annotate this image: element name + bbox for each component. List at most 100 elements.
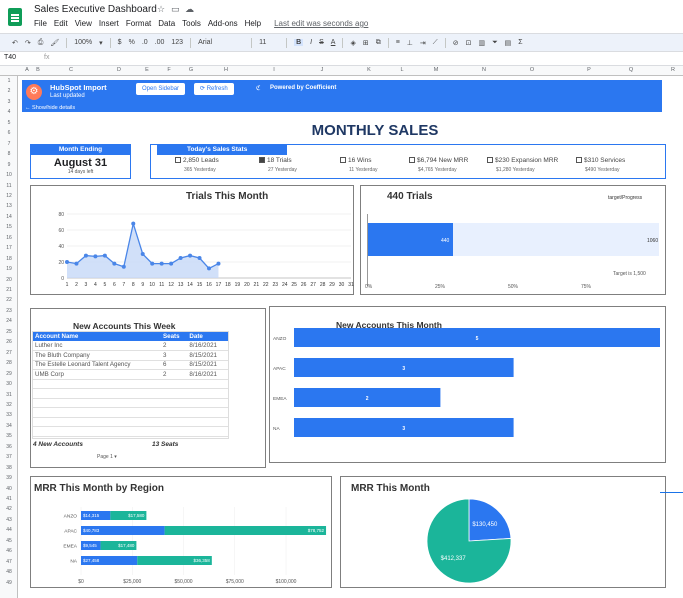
- column-header[interactable]: D: [102, 67, 136, 73]
- menu-addons[interactable]: Add-ons: [208, 19, 238, 28]
- column-header[interactable]: A: [18, 67, 36, 73]
- menu-file[interactable]: File: [34, 19, 47, 28]
- currency-format-button[interactable]: $: [118, 39, 122, 46]
- data-point[interactable]: [121, 264, 126, 269]
- print-icon[interactable]: ⎙: [38, 39, 44, 47]
- trials-gauge-card[interactable]: 440 Trials target/Progress 440 1060 Targ…: [360, 185, 666, 295]
- stat-trials[interactable]: 18 Trials 27 Yesterday: [259, 157, 297, 173]
- zoom-select[interactable]: 100%: [74, 39, 92, 46]
- row-header[interactable]: 26: [0, 339, 18, 345]
- stat-leads[interactable]: 2,850 Leads 365 Yesterday: [175, 157, 219, 173]
- row-header[interactable]: 31: [0, 392, 18, 398]
- row-header[interactable]: 8: [0, 151, 18, 157]
- menu-format[interactable]: Format: [126, 19, 151, 28]
- data-point[interactable]: [65, 260, 69, 264]
- row-header[interactable]: 23: [0, 308, 18, 314]
- mrr-region-card[interactable]: MRR This Month by Region $0 $25,000 $50,00…: [30, 476, 332, 588]
- strikethrough-button[interactable]: S: [319, 39, 324, 46]
- checkbox-icon[interactable]: [340, 157, 346, 163]
- row-header[interactable]: 41: [0, 496, 18, 502]
- data-point[interactable]: [169, 261, 174, 266]
- row-header[interactable]: 29: [0, 371, 18, 377]
- text-color-button[interactable]: A: [331, 39, 336, 46]
- row-header[interactable]: 12: [0, 193, 18, 199]
- row-header[interactable]: 9: [0, 162, 18, 168]
- checkbox-icon[interactable]: [576, 157, 582, 163]
- data-point[interactable]: [188, 253, 193, 258]
- paint-format-icon[interactable]: 🖌: [50, 39, 59, 47]
- column-header[interactable]: E: [136, 67, 158, 73]
- percent-format-button[interactable]: %: [129, 39, 135, 46]
- trials-chart-card[interactable]: Trials This Month 0 20 40 60 80 1 2 3 4 5 6 7 8 9 10 11…: [30, 185, 354, 295]
- menu-tools[interactable]: Tools: [182, 19, 201, 28]
- decrease-decimal-button[interactable]: .0: [142, 39, 148, 46]
- insert-link-icon[interactable]: ⊘: [453, 39, 459, 47]
- checkbox-icon[interactable]: [409, 157, 415, 163]
- column-header[interactable]: K: [346, 67, 392, 73]
- col-seats[interactable]: Seats: [161, 332, 188, 341]
- stat-services[interactable]: $310 Services $490 Yesterday: [576, 157, 625, 173]
- row-header[interactable]: 11: [0, 183, 18, 189]
- column-header[interactable]: P: [556, 67, 622, 73]
- data-point[interactable]: [102, 253, 107, 258]
- row-header[interactable]: 39: [0, 475, 18, 481]
- row-header[interactable]: 42: [0, 506, 18, 512]
- menu-edit[interactable]: Edit: [54, 19, 68, 28]
- row-header[interactable]: 34: [0, 423, 18, 429]
- row-header[interactable]: 48: [0, 569, 18, 575]
- col-date[interactable]: Date: [187, 332, 228, 341]
- new-accounts-month-card[interactable]: New Accounts This Month ANZO 5 APAC 3 EMEA 2 N…: [269, 306, 666, 463]
- sheets-logo-icon[interactable]: [8, 8, 22, 26]
- row-header[interactable]: 40: [0, 486, 18, 492]
- row-header[interactable]: 1: [0, 78, 18, 84]
- row-header[interactable]: 19: [0, 266, 18, 272]
- text-wrap-icon[interactable]: ⇥: [420, 39, 426, 47]
- stat-new-mrr[interactable]: $6,794 New MRR $4,765 Yesterday: [409, 157, 468, 173]
- row-header[interactable]: 47: [0, 559, 18, 565]
- text-rotation-icon[interactable]: ⟋: [433, 39, 438, 47]
- data-point[interactable]: [74, 261, 79, 266]
- table-row[interactable]: [33, 388, 228, 399]
- table-row[interactable]: The Bluth Company 3 8/15/2021: [33, 350, 228, 361]
- data-point[interactable]: [159, 261, 164, 266]
- row-header[interactable]: 14: [0, 214, 18, 220]
- col-account-name[interactable]: Account Name: [33, 332, 162, 341]
- more-formats-button[interactable]: 123: [171, 39, 183, 46]
- zoom-dropdown-icon[interactable]: ▾: [99, 39, 103, 47]
- row-header[interactable]: 35: [0, 433, 18, 439]
- italic-button[interactable]: I: [310, 39, 312, 46]
- column-header[interactable]: J: [298, 67, 346, 73]
- column-header[interactable]: M: [412, 67, 460, 73]
- table-row[interactable]: The Estelle Leonard Talent Agency 6 8/15/2…: [33, 360, 228, 370]
- filter-views-icon[interactable]: ▤: [505, 39, 512, 47]
- data-point[interactable]: [197, 256, 202, 260]
- font-select[interactable]: Arial: [198, 39, 244, 46]
- table-row[interactable]: [33, 426, 228, 437]
- vertical-align-icon[interactable]: ⊥: [407, 39, 413, 47]
- insert-chart-icon[interactable]: ▥: [478, 39, 485, 47]
- row-header[interactable]: 25: [0, 329, 18, 335]
- row-header[interactable]: 38: [0, 465, 18, 471]
- checkbox-checked-icon[interactable]: [259, 157, 265, 163]
- row-header[interactable]: 6: [0, 130, 18, 136]
- menu-data[interactable]: Data: [158, 19, 175, 28]
- table-row[interactable]: [33, 398, 228, 408]
- menu-insert[interactable]: Insert: [99, 19, 119, 28]
- redo-icon[interactable]: ↷: [25, 39, 31, 47]
- fill-color-icon[interactable]: ◈: [350, 39, 355, 47]
- open-sidebar-button[interactable]: Open Sidebar: [136, 83, 186, 95]
- row-header[interactable]: 22: [0, 297, 18, 303]
- row-header[interactable]: 4: [0, 109, 18, 115]
- row-header[interactable]: 36: [0, 444, 18, 450]
- row-header[interactable]: 2: [0, 88, 18, 94]
- row-header[interactable]: 13: [0, 203, 18, 209]
- name-box[interactable]: T40: [4, 54, 16, 61]
- column-header[interactable]: H: [202, 67, 250, 73]
- horizontal-align-icon[interactable]: ≡: [396, 39, 400, 46]
- table-row[interactable]: UMB Corp 2 8/16/2021: [33, 369, 228, 380]
- filter-icon[interactable]: ⏷: [492, 39, 498, 47]
- row-header[interactable]: 45: [0, 538, 18, 544]
- row-header[interactable]: 15: [0, 224, 18, 230]
- bar-segment[interactable]: [164, 526, 327, 535]
- column-header[interactable]: R: [640, 67, 683, 73]
